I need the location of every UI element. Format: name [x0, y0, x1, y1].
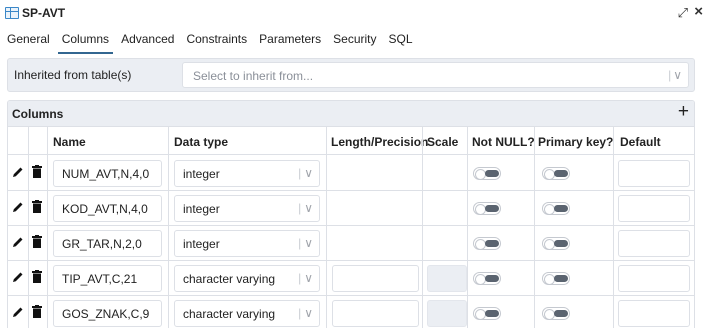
not-null-toggle[interactable]	[473, 237, 501, 250]
data-type-select[interactable]: integer | ∨	[174, 195, 320, 222]
not-null-toggle[interactable]	[473, 272, 501, 285]
scale-input	[427, 265, 467, 292]
tab-security[interactable]: Security	[333, 28, 376, 54]
inherit-section: Inherited from table(s) Select to inheri…	[7, 58, 695, 92]
chevron-down-icon[interactable]: | ∨	[298, 271, 313, 285]
chevron-down-icon[interactable]: | ∨	[298, 306, 313, 320]
data-type-select[interactable]: integer | ∨	[174, 160, 320, 187]
data-type-select[interactable]: integer | ∨	[174, 230, 320, 257]
trash-icon[interactable]	[32, 200, 42, 213]
table-row: KOD_AVT,N,4,0 integer | ∨	[8, 191, 694, 226]
table-icon	[5, 7, 19, 19]
default-input[interactable]	[618, 265, 690, 292]
chevron-down-icon[interactable]: | ∨	[298, 236, 313, 250]
columns-grid: Columns + Name Data type Length/Precisio…	[7, 100, 695, 328]
header-primary-key: Primary key?	[538, 135, 614, 149]
not-null-toggle[interactable]	[473, 167, 501, 180]
dialog-title: SP-AVT	[22, 6, 66, 20]
header-scale: Scale	[427, 135, 459, 149]
tab-columns[interactable]: Columns	[57, 28, 114, 54]
primary-key-toggle[interactable]	[542, 237, 570, 250]
edit-icon[interactable]	[12, 271, 24, 283]
tab-bar: General Columns Advanced Constraints Par…	[0, 28, 706, 54]
chevron-down-icon[interactable]: | ∨	[668, 68, 682, 82]
table-row: GOS_ZNAK,C,9 character varying | ∨	[8, 296, 694, 328]
tab-advanced[interactable]: Advanced	[121, 28, 174, 54]
dialog-title-bar: SP-AVT ⤢ ×	[0, 0, 706, 26]
default-input[interactable]	[618, 195, 690, 222]
primary-key-toggle[interactable]	[542, 167, 570, 180]
chevron-down-icon[interactable]: | ∨	[298, 166, 313, 180]
default-input[interactable]	[618, 300, 690, 327]
default-input[interactable]	[618, 230, 690, 257]
column-name-input[interactable]: GOS_ZNAK,C,9	[53, 300, 162, 327]
tab-general[interactable]: General	[7, 28, 50, 54]
tab-constraints[interactable]: Constraints	[186, 28, 247, 54]
length-input[interactable]	[332, 300, 419, 327]
chevron-down-icon[interactable]: | ∨	[298, 201, 313, 215]
data-type-value: integer	[183, 167, 220, 181]
header-not-null: Not NULL?	[472, 135, 535, 149]
table-row: GR_TAR,N,2,0 integer | ∨	[8, 226, 694, 261]
inherit-label: Inherited from table(s)	[14, 68, 132, 82]
column-name-input[interactable]: TIP_AVT,C,21	[53, 265, 162, 292]
data-type-value: character varying	[183, 272, 276, 286]
primary-key-toggle[interactable]	[542, 272, 570, 285]
primary-key-toggle[interactable]	[542, 307, 570, 320]
column-name-input[interactable]: KOD_AVT,N,4,0	[53, 195, 162, 222]
edit-icon[interactable]	[12, 306, 24, 318]
not-null-toggle[interactable]	[473, 202, 501, 215]
tab-sql[interactable]: SQL	[389, 28, 413, 54]
grid-title: Columns	[12, 107, 64, 121]
data-type-value: integer	[183, 237, 220, 251]
trash-icon[interactable]	[32, 305, 42, 318]
length-input[interactable]	[332, 265, 419, 292]
column-name-input[interactable]: NUM_AVT,N,4,0	[53, 160, 162, 187]
trash-icon[interactable]	[32, 270, 42, 283]
scale-input	[427, 300, 467, 327]
edit-icon[interactable]	[12, 236, 24, 248]
grid-header: Columns +	[8, 101, 694, 127]
primary-key-toggle[interactable]	[542, 202, 570, 215]
data-type-select[interactable]: character varying | ∨	[174, 300, 320, 327]
maximize-icon[interactable]: ⤢	[678, 5, 688, 21]
column-name-input[interactable]: GR_TAR,N,2,0	[53, 230, 162, 257]
add-row-icon[interactable]: +	[678, 102, 689, 122]
data-type-select[interactable]: character varying | ∨	[174, 265, 320, 292]
header-default: Default	[620, 135, 661, 149]
column-header-row: Name Data type Length/Precision Scale No…	[8, 127, 694, 155]
header-length: Length/Precision	[331, 135, 429, 149]
data-type-value: character varying	[183, 307, 276, 321]
trash-icon[interactable]	[32, 235, 42, 248]
trash-icon[interactable]	[32, 165, 42, 178]
header-name: Name	[53, 135, 86, 149]
data-type-value: integer	[183, 202, 220, 216]
edit-icon[interactable]	[12, 166, 24, 178]
inherit-placeholder: Select to inherit from...	[193, 69, 314, 83]
header-data-type: Data type	[174, 135, 229, 149]
inherit-select[interactable]: Select to inherit from... | ∨	[182, 62, 689, 88]
edit-icon[interactable]	[12, 201, 24, 213]
default-input[interactable]	[618, 160, 690, 187]
table-row: TIP_AVT,C,21 character varying | ∨	[8, 261, 694, 296]
close-icon[interactable]: ×	[694, 3, 703, 20]
tab-parameters[interactable]: Parameters	[259, 28, 321, 54]
table-row: NUM_AVT,N,4,0 integer | ∨	[8, 156, 694, 191]
not-null-toggle[interactable]	[473, 307, 501, 320]
